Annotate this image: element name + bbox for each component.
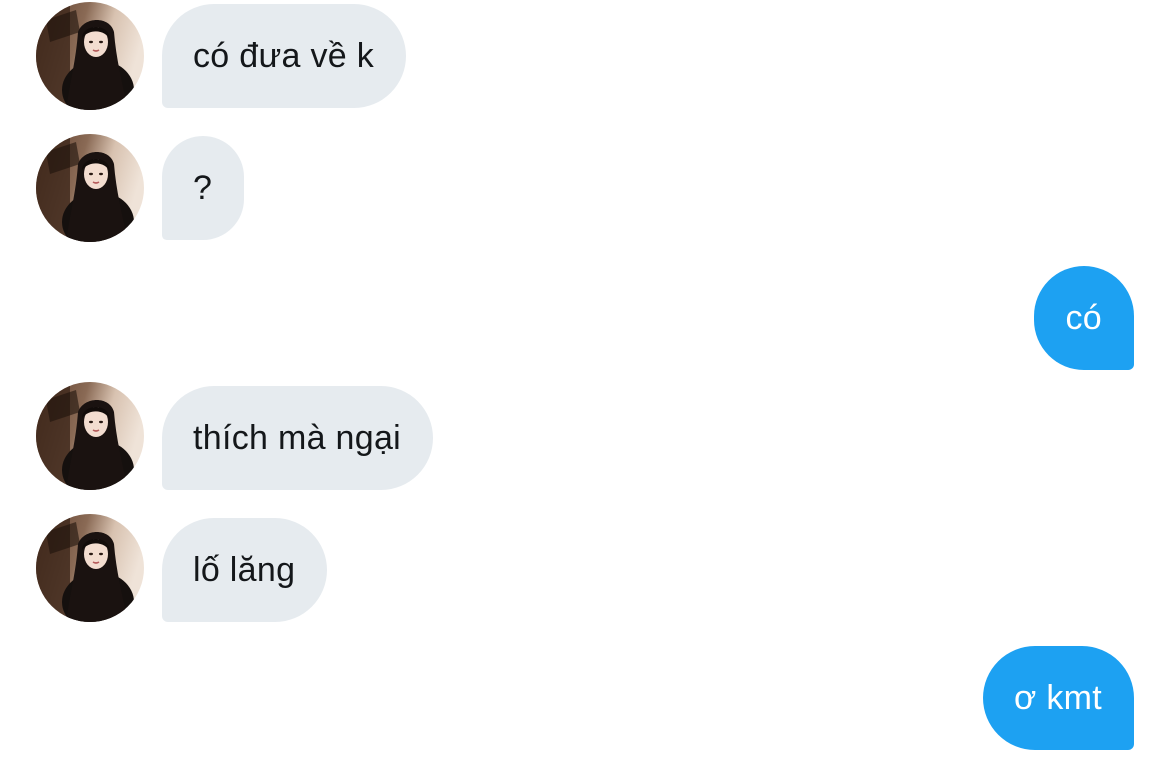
message-text: ? bbox=[193, 169, 213, 207]
contact-avatar-icon[interactable] bbox=[36, 2, 144, 110]
incoming-message-bubble[interactable]: thích mà ngại bbox=[162, 386, 434, 490]
message-text: có đưa về k bbox=[193, 37, 375, 75]
conversation-thread: có đưa về k ? có thích mà ngại lố lăng ơ… bbox=[0, 0, 1170, 770]
message-text: ơ kmt bbox=[1013, 679, 1102, 717]
incoming-message-bubble[interactable]: lố lăng bbox=[162, 518, 328, 622]
incoming-message-bubble[interactable]: có đưa về k bbox=[162, 4, 407, 108]
contact-avatar-icon[interactable] bbox=[36, 514, 144, 622]
contact-avatar-icon[interactable] bbox=[36, 134, 144, 242]
outgoing-message-bubble[interactable]: có bbox=[1034, 266, 1134, 370]
outgoing-message-bubble[interactable]: ơ kmt bbox=[982, 646, 1134, 750]
message-text: thích mà ngại bbox=[193, 419, 402, 457]
incoming-message-bubble[interactable]: ? bbox=[162, 136, 245, 240]
message-text: lố lăng bbox=[193, 551, 296, 589]
message-text: có bbox=[1065, 299, 1102, 337]
contact-avatar-icon[interactable] bbox=[36, 382, 144, 490]
